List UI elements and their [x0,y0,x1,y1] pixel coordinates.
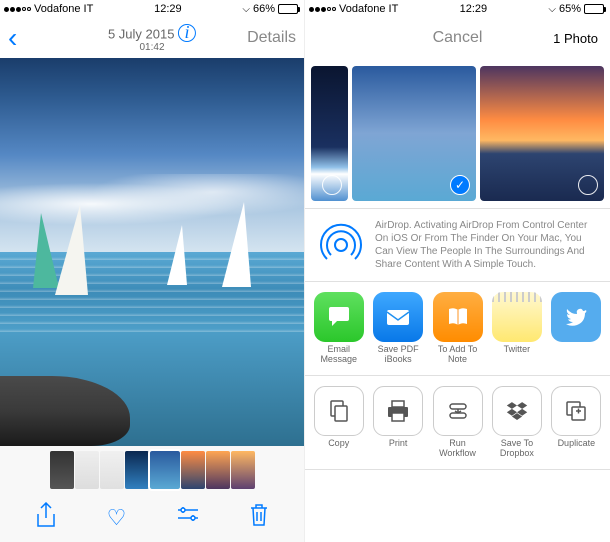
share-label: Twitter [504,345,531,355]
share-ibooks-button[interactable]: To Add To Note [430,292,485,365]
copy-icon [314,386,364,436]
battery-pct: 66% [253,3,275,15]
select-circle-icon[interactable] [322,175,342,195]
share-label: Email Message [311,345,366,365]
details-button[interactable]: Details [247,29,296,47]
action-label: Save To Dropbox [489,439,544,459]
share-button[interactable] [31,502,61,534]
edit-button[interactable] [173,505,203,531]
share-apps-row[interactable]: Email Message Save PDF iBooks To Add To … [305,282,610,376]
mail-icon [373,292,423,342]
share-thumbnail-selected[interactable]: ✓ [352,66,476,201]
cancel-button[interactable]: Cancel [433,29,483,47]
thumbnail[interactable] [231,451,255,489]
thumbnail[interactable] [125,451,149,489]
action-extensions-row[interactable]: Copy Print Run Workflow Save To Dropbox … [305,376,610,470]
carrier-label: Vodafone IT [339,3,398,15]
select-circle-icon[interactable] [578,175,598,195]
thumbnail-strip[interactable] [0,446,304,494]
selection-count: 1 Photo [553,31,598,46]
battery-icon [584,4,606,14]
status-bar: Vodafone IT 12:29 ⌵ 66% [0,0,304,18]
workflow-button[interactable]: Run Workflow [430,386,485,459]
twitter-icon [551,292,601,342]
thumbnail[interactable] [206,451,230,489]
back-button[interactable]: ‹ [8,22,17,54]
thumbnail[interactable] [50,451,74,489]
photo-time: 01:42 [108,42,196,53]
delete-button[interactable] [244,503,274,533]
share-sheet-screen: Vodafone IT 12:29 ⌵ 65% Cancel 1 Photo ✓… [305,0,610,542]
share-label: Save PDF iBooks [370,345,425,365]
airdrop-description: AirDrop. Activating AirDrop From Control… [375,219,596,271]
photo-date: 5 July 2015 i [108,24,196,42]
bluetooth-icon: ⌵ [242,4,250,15]
action-label: Duplicate [558,439,596,449]
dropbox-icon [492,386,542,436]
print-button[interactable]: Print [370,386,425,459]
battery-pct: 65% [559,3,581,15]
battery-icon [278,4,300,14]
airdrop-row[interactable]: AirDrop. Activating AirDrop From Control… [305,208,610,282]
info-icon[interactable]: i [178,24,196,42]
copy-button[interactable]: Copy [311,386,366,459]
duplicate-button[interactable]: Duplicate [549,386,604,459]
status-time: 12:29 [154,3,182,15]
share-mail-button[interactable]: Save PDF iBooks [370,292,425,365]
notes-icon [492,292,542,342]
thumbnail[interactable] [100,451,124,489]
dropbox-button[interactable]: Save To Dropbox [489,386,544,459]
workflow-icon [433,386,483,436]
duplicate-icon [551,386,601,436]
nav-bar: ‹ 5 July 2015 i 01:42 Details [0,18,304,58]
photo-detail-screen: Vodafone IT 12:29 ⌵ 66% ‹ 5 July 2015 i … [0,0,305,542]
ibooks-icon [433,292,483,342]
bottom-toolbar: ♡ [0,494,304,542]
thumbnail[interactable] [75,451,99,489]
share-photo-picker[interactable]: ✓ [305,58,610,208]
carrier-label: Vodafone IT [34,3,93,15]
favorite-button[interactable]: ♡ [102,505,132,531]
share-label: To Add To Note [430,345,485,365]
action-label: Copy [328,439,349,449]
message-icon [314,292,364,342]
thumbnail-current[interactable] [150,451,180,489]
status-time: 12:29 [460,3,488,15]
share-thumbnail[interactable] [311,66,348,201]
status-bar: Vodafone IT 12:29 ⌵ 65% [305,0,610,18]
thumbnail[interactable] [181,451,205,489]
nav-title: 5 July 2015 i 01:42 [108,24,196,53]
signal-icon [4,7,31,12]
action-label: Print [389,439,408,449]
action-label: Run Workflow [430,439,485,459]
photo-viewer[interactable] [0,58,304,446]
share-notes-button[interactable]: Twitter [489,292,544,365]
share-message-button[interactable]: Email Message [311,292,366,365]
checkmark-icon: ✓ [450,175,470,195]
share-twitter-button[interactable] [549,292,604,365]
bluetooth-icon: ⌵ [548,4,556,15]
share-thumbnail[interactable] [480,66,604,201]
signal-icon [309,7,336,12]
airdrop-icon [319,223,363,267]
share-nav-bar: Cancel 1 Photo [305,18,610,58]
print-icon [373,386,423,436]
